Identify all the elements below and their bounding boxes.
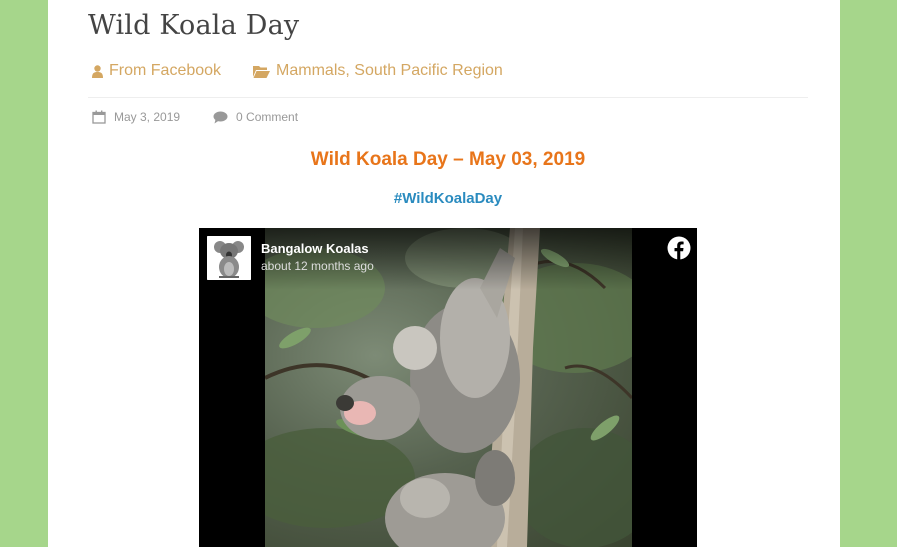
category-link-south-pacific[interactable]: South Pacific Region bbox=[354, 62, 503, 79]
post-submeta: May 3, 2019 0 Comment bbox=[92, 110, 298, 124]
post-title: Wild Koala Day bbox=[88, 10, 300, 41]
comment-icon bbox=[213, 111, 228, 123]
category-meta: Mammals, South Pacific Region bbox=[253, 62, 503, 80]
category-separator: , bbox=[345, 62, 350, 79]
facebook-video-embed[interactable]: Bangalow Koalas about 12 months ago bbox=[199, 228, 697, 547]
post-date: May 3, 2019 bbox=[92, 110, 180, 124]
user-icon bbox=[92, 64, 103, 78]
calendar-icon bbox=[92, 110, 106, 124]
post-container: Wild Koala Day From Facebook Mammals, So… bbox=[48, 0, 840, 547]
date-link[interactable]: May 3, 2019 bbox=[114, 110, 180, 124]
post-meta: From Facebook Mammals, South Pacific Reg… bbox=[92, 62, 503, 80]
video-post-time[interactable]: about 12 months ago bbox=[261, 259, 374, 273]
page-avatar[interactable] bbox=[207, 236, 251, 280]
author-link[interactable]: From Facebook bbox=[109, 62, 221, 80]
category-link-mammals[interactable]: Mammals bbox=[276, 62, 345, 79]
hashtag-link[interactable]: #WildKoalaDay bbox=[48, 190, 840, 207]
content-heading: Wild Koala Day – May 03, 2019 bbox=[310, 149, 586, 170]
folder-open-icon bbox=[253, 65, 271, 78]
author-meta: From Facebook bbox=[92, 62, 221, 80]
post-comments: 0 Comment bbox=[213, 110, 298, 124]
video-page-name[interactable]: Bangalow Koalas bbox=[261, 241, 369, 256]
facebook-icon[interactable] bbox=[667, 236, 691, 260]
comments-link[interactable]: 0 Comment bbox=[236, 110, 298, 124]
koala-avatar-icon bbox=[207, 236, 251, 280]
divider bbox=[88, 97, 808, 98]
